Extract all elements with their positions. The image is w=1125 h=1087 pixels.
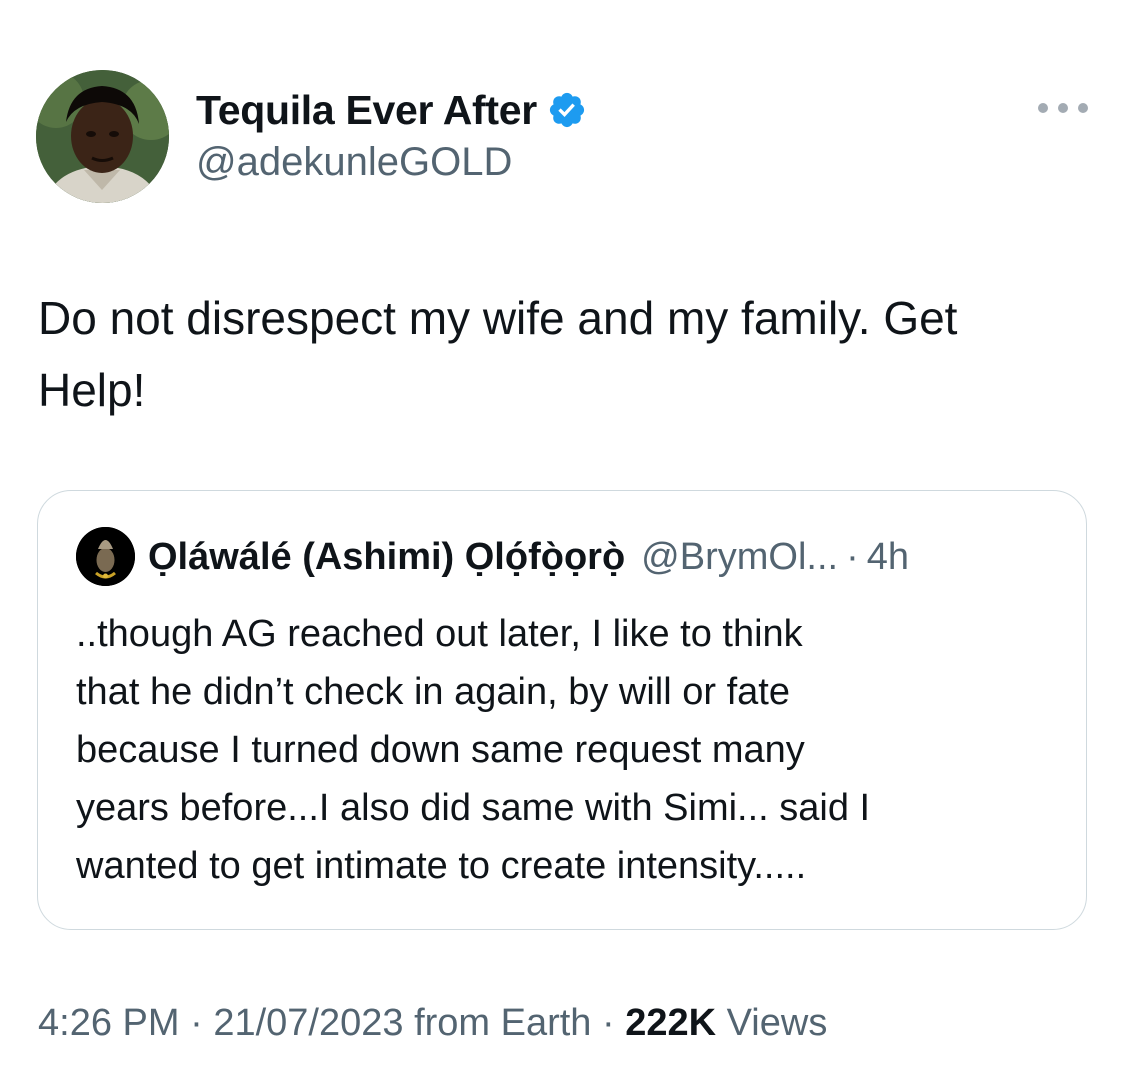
quoted-author-handle[interactable]: @BrymOl...	[641, 536, 838, 579]
separator-dot: ·	[602, 1002, 615, 1044]
tweet-text: Do not disrespect my wife and my family.…	[38, 292, 958, 416]
more-dot	[1078, 103, 1088, 113]
quoted-tweet-header: Ọláwálé (Ashimi) Ọlọ́fọ̀ọrọ̀ @BrymOl... …	[148, 531, 909, 583]
profile-photo	[76, 527, 135, 586]
more-horizontal-icon[interactable]	[1038, 96, 1088, 120]
verified-badge-icon[interactable]	[547, 90, 587, 130]
tweet-time[interactable]: 4:26 PM	[38, 1002, 180, 1044]
separator-dot: ·	[190, 1002, 203, 1044]
tweet-meta: 4:26 PM · 21/07/2023 from Earth · 222K V…	[38, 1002, 827, 1045]
author-avatar[interactable]	[36, 70, 169, 203]
views-count[interactable]: 222K	[625, 1002, 716, 1044]
separator-dot: ·	[846, 535, 859, 578]
quoted-author-avatar[interactable]	[76, 527, 135, 586]
views-label: Views	[726, 1002, 828, 1044]
quoted-author-name[interactable]: Ọláwálé (Ashimi) Ọlọ́fọ̀ọrọ̀	[148, 536, 625, 579]
author-name-row: Tequila Ever After	[196, 84, 587, 136]
more-dot	[1038, 103, 1048, 113]
author-handle[interactable]: @adekunleGOLD	[196, 140, 512, 185]
quoted-tweet-time[interactable]: 4h	[867, 536, 909, 579]
quoted-tweet-card[interactable]: Ọláwálé (Ashimi) Ọlọ́fọ̀ọrọ̀ @BrymOl... …	[37, 490, 1087, 930]
author-display-name[interactable]: Tequila Ever After	[196, 87, 537, 134]
profile-photo	[36, 70, 169, 203]
tweet-date[interactable]: 21/07/2023	[213, 1002, 403, 1044]
quoted-tweet-text: ..though AG reached out later, I like to…	[76, 613, 871, 887]
tweet-source: from Earth	[414, 1002, 592, 1044]
more-dot	[1058, 103, 1068, 113]
